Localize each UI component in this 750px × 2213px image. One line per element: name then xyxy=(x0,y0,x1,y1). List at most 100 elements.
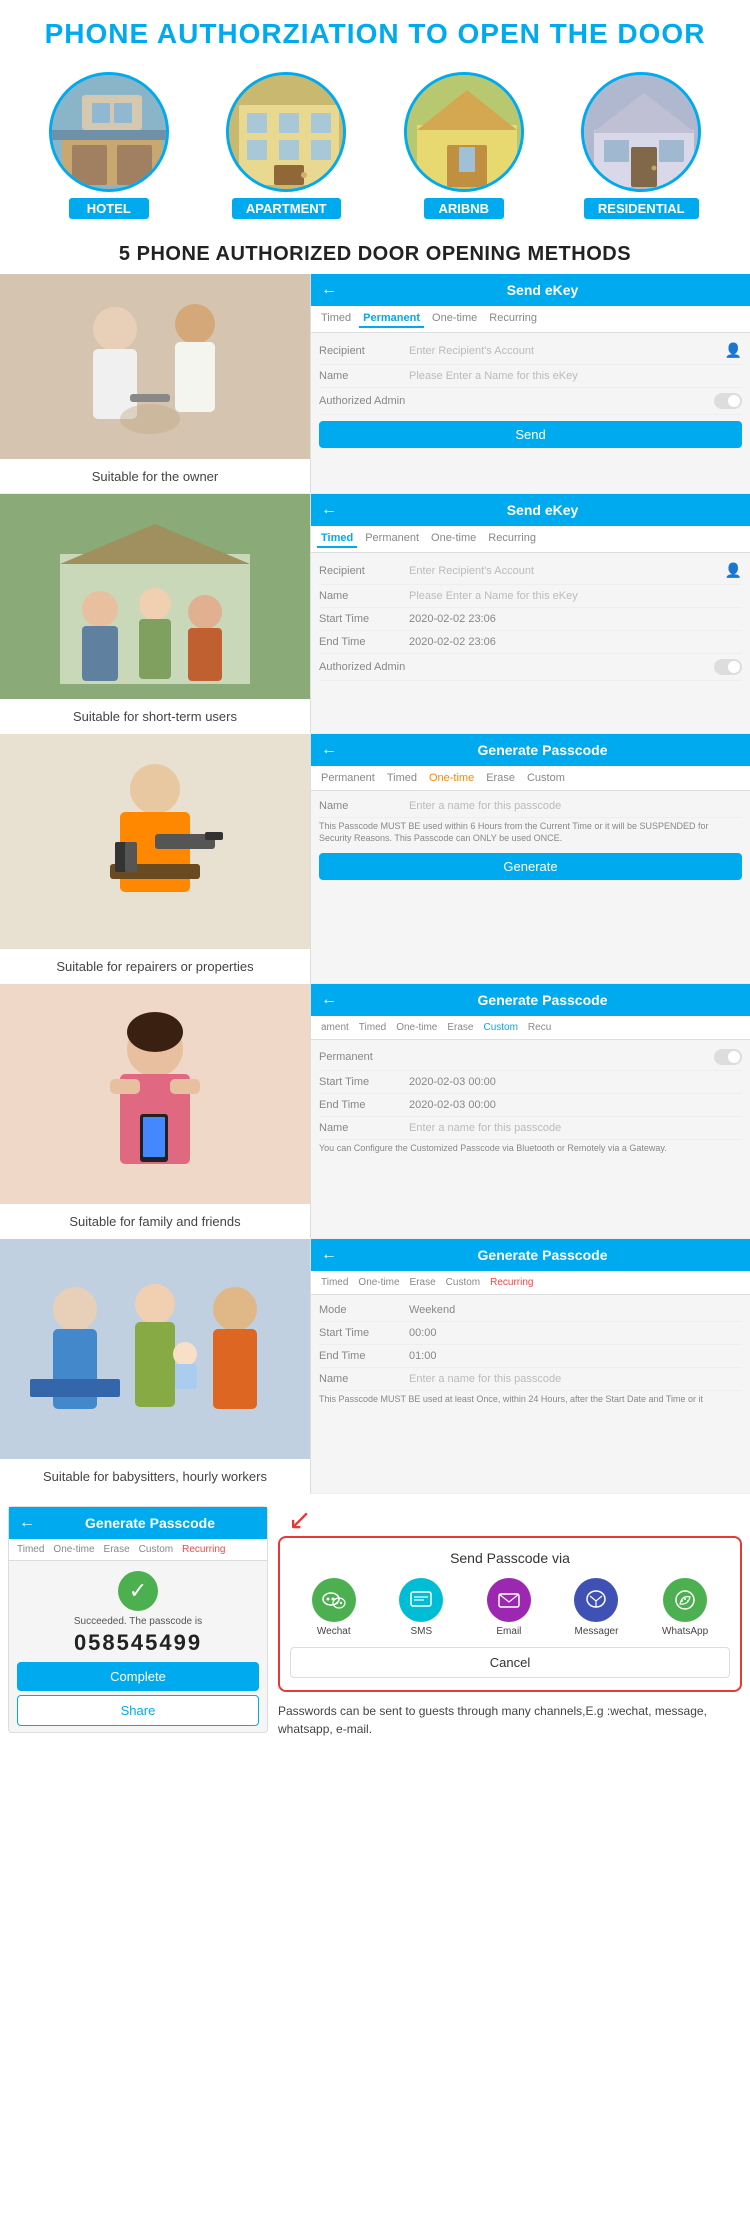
tab-timed-3[interactable]: Timed xyxy=(383,770,421,786)
tab-erase-4[interactable]: Erase xyxy=(443,1020,477,1035)
panel-header-4: ← Generate Passcode xyxy=(311,984,750,1016)
tab-timed-5[interactable]: Timed xyxy=(317,1275,352,1290)
back-arrow-icon-5[interactable]: ← xyxy=(321,1246,337,1264)
tab-erase-5[interactable]: Erase xyxy=(406,1275,440,1290)
tab-timed-2[interactable]: Timed xyxy=(317,530,357,548)
bottom-generate-panel: ← Generate Passcode Timed One-time Erase… xyxy=(8,1506,268,1733)
value-starttime-2: 2020-02-02 23:06 xyxy=(409,613,742,625)
tab-onetime-2[interactable]: One-time xyxy=(427,530,480,548)
passcode-number: 058545499 xyxy=(74,1630,202,1656)
tab-onetime-5[interactable]: One-time xyxy=(354,1275,403,1290)
label-recipient-2: Recipient xyxy=(319,565,409,577)
tab-erase-3[interactable]: Erase xyxy=(482,770,519,786)
tab-erase-b[interactable]: Erase xyxy=(100,1542,134,1557)
share-whatsapp[interactable]: WhatsApp xyxy=(662,1578,708,1637)
tab-onetime-4[interactable]: One-time xyxy=(392,1020,441,1035)
tab-permanent-2[interactable]: Permanent xyxy=(361,530,423,548)
tab-recurring-5[interactable]: Recurring xyxy=(486,1275,537,1290)
tab-recurring-b[interactable]: Recurring xyxy=(178,1542,229,1557)
share-description: Passwords can be sent to guests through … xyxy=(278,1702,742,1738)
sms-icon xyxy=(399,1578,443,1622)
photo-repair xyxy=(0,734,310,949)
category-apartment: APARTMENT xyxy=(211,72,361,219)
wechat-label: Wechat xyxy=(317,1626,351,1637)
send-button-1[interactable]: Send xyxy=(319,421,742,448)
share-wechat[interactable]: Wechat xyxy=(312,1578,356,1637)
label-endtime-5: End Time xyxy=(319,1350,409,1362)
label-name-2: Name xyxy=(319,590,409,602)
panel-body-3: Name Enter a name for this passcode This… xyxy=(311,791,750,884)
tab-custom-5[interactable]: Custom xyxy=(442,1275,484,1290)
tab-recurring-1[interactable]: Recurring xyxy=(485,310,541,328)
value-name-2: Please Enter a Name for this eKey xyxy=(409,590,742,602)
panel-header-2: ← Send eKey xyxy=(311,494,750,526)
tab-onetime-1[interactable]: One-time xyxy=(428,310,481,328)
method-image-4: Suitable for family and friends xyxy=(0,984,310,1239)
share-email[interactable]: Email xyxy=(487,1578,531,1637)
back-arrow-icon-4[interactable]: ← xyxy=(321,991,337,1009)
field-name-3: Name Enter a name for this passcode xyxy=(319,795,742,818)
whatsapp-icon xyxy=(663,1578,707,1622)
residential-image xyxy=(581,72,701,192)
field-mode-5: Mode Weekend xyxy=(319,1299,742,1322)
tab-perm-4[interactable]: ament xyxy=(317,1020,353,1035)
field-endtime-5: End Time 01:00 xyxy=(319,1345,742,1368)
field-permanent-4: Permanent xyxy=(319,1044,742,1071)
tab-onetime-b[interactable]: One-time xyxy=(49,1542,98,1557)
tab-timed-b[interactable]: Timed xyxy=(13,1542,48,1557)
panel-tabs-2: Timed Permanent One-time Recurring xyxy=(311,526,750,553)
field-admin-2: Authorized Admin xyxy=(319,654,742,681)
panel-title-5: Generate Passcode xyxy=(345,1247,740,1263)
categories-row: HOTEL APARTMENT xyxy=(0,60,750,229)
label-name-1: Name xyxy=(319,370,409,382)
value-mode-5: Weekend xyxy=(409,1304,742,1316)
cancel-button[interactable]: Cancel xyxy=(290,1647,730,1678)
method-panel-3: ← Generate Passcode Permanent Timed One-… xyxy=(310,734,750,983)
tab-recu-4[interactable]: Recu xyxy=(524,1020,555,1035)
panel-title-3: Generate Passcode xyxy=(345,742,740,758)
tab-recurring-2[interactable]: Recurring xyxy=(484,530,540,548)
label-endtime-4: End Time xyxy=(319,1099,409,1111)
bottom-panel-tabs: Timed One-time Erase Custom Recurring xyxy=(9,1539,267,1561)
tab-timed-1[interactable]: Timed xyxy=(317,310,355,328)
bottom-right-area: ↙ Send Passcode via xyxy=(278,1506,742,1738)
toggle-admin-1[interactable] xyxy=(714,393,742,409)
back-arrow-bottom[interactable]: ← xyxy=(19,1514,35,1532)
value-name-3: Enter a name for this passcode xyxy=(409,800,742,812)
bottom-panel-header: ← Generate Passcode xyxy=(9,1507,267,1539)
photo-woman xyxy=(0,984,310,1204)
messager-icon xyxy=(574,1578,618,1622)
tab-custom-4[interactable]: Custom xyxy=(479,1020,521,1035)
field-name-2: Name Please Enter a Name for this eKey xyxy=(319,585,742,608)
value-endtime-5: 01:00 xyxy=(409,1350,742,1362)
toggle-admin-2[interactable] xyxy=(714,659,742,675)
share-messager[interactable]: Messager xyxy=(574,1578,618,1637)
panel-note-3: This Passcode MUST BE used within 6 Hour… xyxy=(319,818,742,847)
field-recipient-2: Recipient Enter Recipient's Account 👤 xyxy=(319,557,742,585)
passcode-success-area: ✓ Succeeded. The passcode is 058545499 C… xyxy=(9,1561,267,1732)
back-arrow-icon[interactable]: ← xyxy=(321,281,337,299)
tab-timed-4[interactable]: Timed xyxy=(355,1020,390,1035)
method-panel-1: ← Send eKey Timed Permanent One-time Rec… xyxy=(310,274,750,493)
tab-custom-b[interactable]: Custom xyxy=(135,1542,177,1557)
method-caption-1: Suitable for the owner xyxy=(0,459,310,493)
generate-button-3[interactable]: Generate xyxy=(319,853,742,880)
share-button[interactable]: Share xyxy=(17,1695,259,1726)
method-block-1: Suitable for the owner ← Send eKey Timed… xyxy=(0,274,750,494)
back-arrow-icon-2[interactable]: ← xyxy=(321,501,337,519)
complete-button[interactable]: Complete xyxy=(17,1662,259,1691)
toggle-permanent-4[interactable] xyxy=(714,1049,742,1065)
tab-permanent-1[interactable]: Permanent xyxy=(359,310,424,328)
panel-title-2: Send eKey xyxy=(345,502,740,518)
panel-header-1: ← Send eKey xyxy=(311,274,750,306)
airbnb-label: ARIBNB xyxy=(424,198,504,219)
share-sms[interactable]: SMS xyxy=(399,1578,443,1637)
tab-onetime-3[interactable]: One-time xyxy=(425,770,478,786)
tab-custom-3[interactable]: Custom xyxy=(523,770,569,786)
method-image-5: Suitable for babysitters, hourly workers xyxy=(0,1239,310,1494)
share-popup-title: Send Passcode via xyxy=(290,1550,730,1566)
tab-perm-3[interactable]: Permanent xyxy=(317,770,379,786)
field-starttime-4: Start Time 2020-02-03 00:00 xyxy=(319,1071,742,1094)
back-arrow-icon-3[interactable]: ← xyxy=(321,741,337,759)
panel-title-4: Generate Passcode xyxy=(345,992,740,1008)
